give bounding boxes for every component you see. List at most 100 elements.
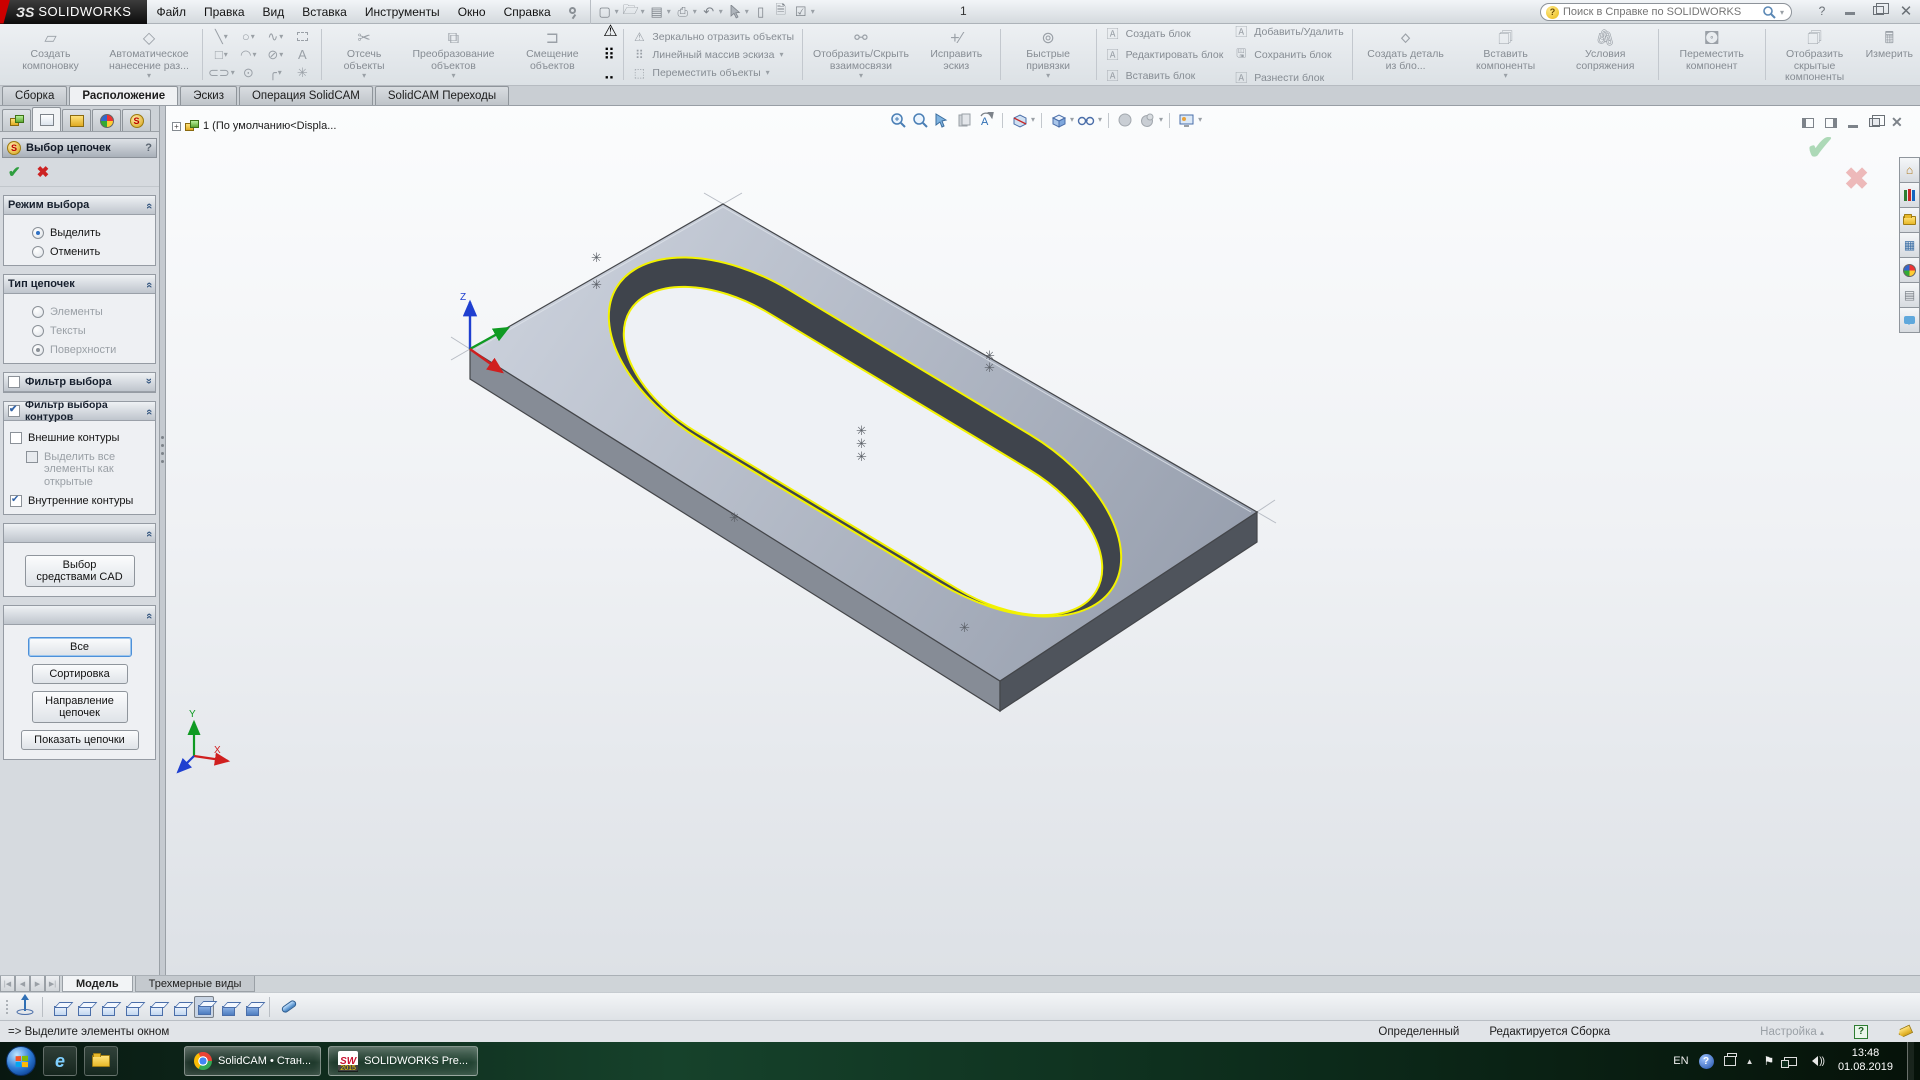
previous-view-icon[interactable]: [954, 110, 974, 130]
dropdown-arrow-icon[interactable]: ▾: [615, 7, 619, 16]
forum-icon[interactable]: [1899, 307, 1920, 333]
next-sheet-icon[interactable]: ▶: [30, 976, 45, 992]
circle-tool-icon[interactable]: ○▾: [235, 28, 262, 46]
show-chains-button[interactable]: Показать цепочки: [21, 730, 139, 750]
dropdown-arrow-icon[interactable]: ▾: [1070, 116, 1074, 124]
line-tool-icon[interactable]: ╲▾: [208, 28, 235, 46]
view-dimetric-icon[interactable]: [242, 996, 262, 1018]
search-icon[interactable]: [1762, 5, 1776, 19]
radio-deselect[interactable]: Отменить: [32, 246, 151, 258]
ellipse-tool-icon[interactable]: ⊘▾: [262, 46, 289, 64]
feature-tree-root[interactable]: + 1 (По умолчанию<Displa...: [172, 120, 336, 132]
group-header[interactable]: «: [4, 524, 155, 543]
zoom-to-fit-icon[interactable]: [888, 110, 908, 130]
collapse-chevron-icon[interactable]: «: [143, 282, 155, 286]
view-back-icon[interactable]: [74, 996, 94, 1018]
start-button[interactable]: [6, 1046, 36, 1076]
dropdown-arrow-icon[interactable]: ▾: [362, 72, 366, 80]
apply-scene-icon[interactable]: [1176, 110, 1196, 130]
menu-file[interactable]: Файл: [147, 0, 195, 24]
zoom-flashlight-icon[interactable]: [280, 999, 297, 1014]
action-center-flag-icon[interactable]: ⚑: [1764, 1054, 1775, 1068]
tab-solidcam[interactable]: S: [122, 109, 151, 131]
new-document-icon[interactable]: ▢: [595, 3, 615, 21]
dropdown-arrow-icon[interactable]: ▾: [859, 72, 863, 80]
tab-assembly[interactable]: Сборка: [2, 86, 67, 105]
create-layout-button[interactable]: ▱ Создать компоновку: [2, 26, 99, 83]
dropdown-arrow-icon[interactable]: ▾: [745, 7, 749, 16]
design-library-icon[interactable]: [1899, 182, 1920, 208]
fillet-tool-icon[interactable]: ╭▾: [262, 64, 289, 82]
group-header[interactable]: Фильтр выбора «: [4, 373, 155, 392]
make-part-from-block-button[interactable]: 🝔 Создать деталь из бло...: [1356, 26, 1456, 83]
auto-dimension-button[interactable]: ◇ Автоматическое нанесение раз... ▾: [99, 26, 199, 83]
repair-sketch-button[interactable]: +⁄ Исправить эскиз: [916, 26, 997, 83]
language-indicator[interactable]: EN: [1673, 1055, 1688, 1067]
dropdown-arrow-icon[interactable]: ▾: [766, 69, 770, 77]
first-sheet-icon[interactable]: |◀: [0, 976, 15, 992]
trim-entities-button[interactable]: ✂ Отсечь объекты ▾: [325, 26, 404, 83]
volume-icon[interactable]: )): [1807, 1056, 1824, 1067]
add-remove-block-button[interactable]: 🄰Добавить/Удалить: [1233, 23, 1343, 40]
view-top-icon[interactable]: [146, 996, 166, 1018]
menu-edit[interactable]: Правка: [195, 0, 254, 24]
insert-block-button[interactable]: 🄰Вставить блок: [1105, 67, 1224, 84]
mates-button[interactable]: 🖇 Условия сопряжения: [1556, 26, 1655, 83]
menu-insert[interactable]: Вставка: [293, 0, 356, 24]
view-left-icon[interactable]: [98, 996, 118, 1018]
close-button[interactable]: ✕: [1896, 2, 1916, 20]
dropdown-arrow-icon[interactable]: ▾: [1504, 72, 1508, 80]
tag-icon[interactable]: [1897, 1024, 1913, 1038]
model-3d-view[interactable]: ✳✳ ✳✳ ✳✳✳ ✳✳ Z Y X: [166, 106, 1920, 975]
view-trimetric-icon[interactable]: [218, 996, 238, 1018]
show-left-pane-icon[interactable]: [1802, 118, 1814, 128]
select-cursor-icon[interactable]: [725, 3, 745, 21]
measure-button[interactable]: 🖩 Измерить: [1861, 26, 1918, 83]
restore-button[interactable]: [1868, 4, 1888, 18]
tab-property-manager[interactable]: [32, 107, 61, 131]
move-entities-button[interactable]: ⬚Переместить объекты▾: [631, 66, 794, 80]
help-search-box[interactable]: ? ▾: [1540, 3, 1792, 21]
dropdown-arrow-icon[interactable]: ▾: [693, 7, 697, 16]
make-block-button[interactable]: 🄰Создать блок: [1105, 25, 1224, 42]
checkbox-inner-contours[interactable]: Внутренние контуры: [10, 495, 151, 508]
taskbar-button-solidcam[interactable]: SolidCAM • Стан...: [184, 1046, 321, 1076]
move-component-button[interactable]: 🖸 Переместить компонент: [1662, 26, 1762, 83]
zoom-to-selection-icon[interactable]: [932, 110, 952, 130]
dropdown-arrow-icon[interactable]: ▾: [1098, 116, 1102, 124]
view-bottom-icon[interactable]: [170, 996, 190, 1018]
polygon-tool-icon[interactable]: ⊙: [235, 64, 262, 82]
view-orientation-icon[interactable]: [1048, 110, 1068, 130]
quick-snaps-button[interactable]: ⊚ Быстрые привязки ▾: [1004, 26, 1093, 83]
menu-tools[interactable]: Инструменты: [356, 0, 449, 24]
collapse-chevron-icon[interactable]: «: [143, 203, 155, 207]
custom-properties-icon[interactable]: ▤: [1899, 282, 1920, 308]
appearances-scenes-icon[interactable]: [1899, 257, 1920, 283]
network-icon[interactable]: [1784, 1057, 1797, 1066]
explode-block-button[interactable]: 🄰Разнести блок: [1233, 69, 1343, 86]
save-block-button[interactable]: 🖫Сохранить блок: [1233, 44, 1343, 65]
dropdown-arrow-icon[interactable]: ▾: [147, 72, 151, 80]
tab-solidcam-transitions[interactable]: SolidCAM Переходы: [375, 86, 509, 105]
radio-icon[interactable]: [32, 227, 44, 239]
group-header[interactable]: Режим выбора «: [4, 196, 155, 215]
options-icon[interactable]: ☑: [791, 3, 811, 21]
tab-solidcam-operation[interactable]: Операция SolidCAM: [239, 86, 373, 105]
file-properties-icon[interactable]: 🗎: [771, 3, 791, 21]
collapse-chevron-icon[interactable]: «: [143, 409, 155, 413]
undo-icon[interactable]: ↶: [699, 3, 719, 21]
minimize-button[interactable]: [1840, 4, 1860, 18]
tab-appearances[interactable]: [92, 109, 121, 131]
menu-window[interactable]: Окно: [449, 0, 495, 24]
dropdown-arrow-icon[interactable]: ▾: [779, 51, 783, 59]
menu-help[interactable]: Справка: [495, 0, 560, 24]
dropdown-arrow-icon[interactable]: ▾: [719, 7, 723, 16]
last-sheet-icon[interactable]: ▶|: [45, 976, 60, 992]
tray-expand-icon[interactable]: ▲: [1746, 1057, 1754, 1066]
zoom-to-area-icon[interactable]: [910, 110, 930, 130]
hide-show-items-icon[interactable]: [1115, 110, 1135, 130]
group-header[interactable]: «: [4, 606, 155, 625]
dropdown-arrow-icon[interactable]: ▾: [1780, 8, 1784, 17]
quick-tips-icon[interactable]: ?: [1854, 1025, 1868, 1039]
tab-layout[interactable]: Расположение: [69, 86, 178, 105]
